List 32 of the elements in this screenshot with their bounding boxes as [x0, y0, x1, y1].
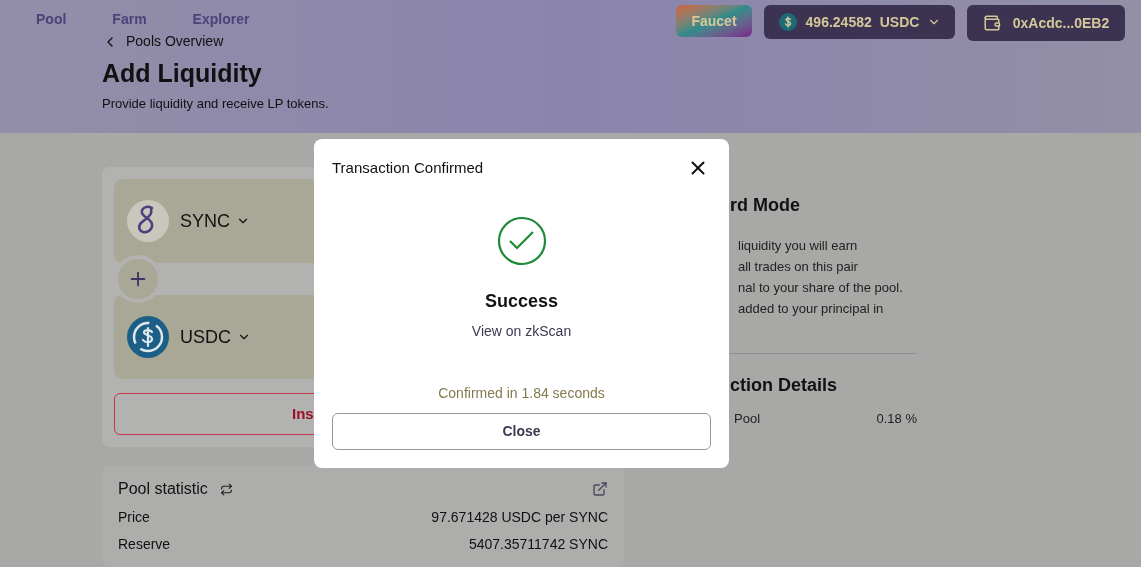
description-line: nal to your share of the pool.	[737, 279, 903, 297]
external-link-icon[interactable]	[592, 481, 608, 497]
dollar-coin-icon	[126, 315, 170, 359]
swap-arrows-icon[interactable]	[219, 482, 233, 496]
stat-label: Reserve	[118, 535, 171, 554]
card-title: Pool statistic	[118, 479, 208, 499]
detail-value: 0.18 %	[876, 410, 917, 428]
page-title: Add Liquidity	[102, 58, 262, 89]
stat-value: 5407.35711742 SYNC	[468, 535, 608, 554]
dialog-title: Transaction Confirmed	[332, 158, 484, 178]
token-selector[interactable]: SYNC	[126, 199, 250, 243]
description-line: added to your principal in	[737, 300, 884, 318]
confirmation-time: Confirmed in 1.84 seconds	[438, 383, 605, 403]
stat-label: Price	[118, 508, 150, 527]
balance-button[interactable]: 496.24582 USDC	[764, 5, 955, 39]
stat-value: 97.671428 USDC per SYNC	[431, 508, 608, 527]
page-subtitle: Provide liquidity and receive LP tokens.	[102, 95, 329, 114]
back-link[interactable]: Pools Overview	[102, 31, 224, 52]
detail-label: Pool	[733, 410, 761, 428]
description-line: liquidity you will earn	[737, 237, 858, 255]
wallet-icon	[982, 14, 1001, 32]
token-selector[interactable]: USDC	[126, 315, 251, 359]
zkscan-link[interactable]: View on zkScan	[471, 320, 572, 342]
status-text: Success	[484, 289, 559, 313]
dollar-coin-icon	[777, 12, 798, 32]
section-title: rd Mode	[730, 194, 800, 217]
success-check-icon	[496, 215, 547, 266]
wallet-button[interactable]: 0xAcdc...0EB2	[967, 5, 1125, 41]
description-line: all trades on this pair	[737, 258, 858, 276]
section-title: ction Details	[730, 374, 838, 397]
token-logo-icon	[126, 199, 170, 243]
close-button[interactable]: Close	[332, 412, 711, 450]
